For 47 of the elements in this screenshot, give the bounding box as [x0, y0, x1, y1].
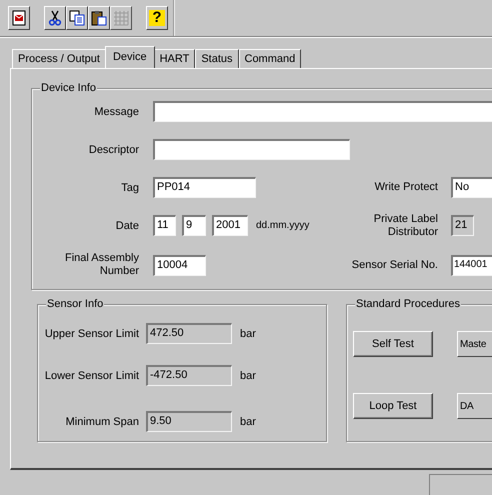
input-field[interactable]: 9 — [182, 215, 206, 236]
toolbar-button[interactable] — [44, 6, 66, 30]
input-field[interactable] — [153, 101, 492, 122]
input-field[interactable]: 10004 — [153, 254, 206, 276]
input-field[interactable]: No — [451, 177, 492, 198]
status-bar-panel — [429, 474, 492, 495]
input-field[interactable]: 2001 — [212, 215, 248, 236]
field-label: Upper Sensor Limit — [44, 328, 140, 340]
copy-icon — [69, 10, 85, 26]
date-format-hint: dd.mm.yyyy — [256, 220, 310, 231]
tab[interactable]: Status — [195, 49, 238, 68]
toolbar-button[interactable] — [66, 6, 88, 30]
input-field[interactable]: 21 — [451, 215, 474, 236]
field-label: Tag — [120, 182, 140, 194]
tab[interactable]: Process / Output — [12, 49, 106, 68]
unit-label: bar — [240, 416, 256, 428]
toolbar-button[interactable] — [88, 6, 110, 30]
input-field[interactable]: 9.50 — [146, 411, 232, 432]
input-field[interactable]: 11 — [153, 215, 176, 236]
scissors-icon — [47, 10, 63, 26]
field-label: Final Assembly Number — [64, 252, 140, 278]
field-label: Private Label Distributor — [372, 212, 439, 238]
field-label: Minimum Span — [64, 416, 140, 428]
input-field[interactable]: 144001 — [451, 254, 492, 276]
field-label: Sensor Serial No. — [350, 258, 439, 272]
tab[interactable]: HART — [154, 49, 196, 68]
procedure-button[interactable]: DA — [457, 393, 492, 419]
input-field[interactable]: 472.50 — [146, 323, 232, 344]
procedure-button[interactable]: Loop Test — [353, 393, 433, 419]
tab[interactable]: Command — [238, 49, 302, 68]
field-label: Date — [114, 220, 140, 232]
toolbar-button[interactable]: ? — [146, 6, 168, 30]
input-field[interactable] — [153, 139, 350, 160]
field-label: Write Protect — [374, 181, 439, 194]
field-label: Message — [93, 106, 140, 118]
unit-label: bar — [240, 328, 256, 340]
input-field[interactable]: PP014 — [153, 177, 256, 198]
field-label: Lower Sensor Limit — [44, 370, 140, 382]
unit-label: bar — [240, 370, 256, 382]
clipboard-icon — [91, 10, 107, 26]
toolbar-button[interactable] — [8, 6, 30, 30]
input-field[interactable]: -472.50 — [146, 365, 232, 386]
tab[interactable]: Device — [104, 46, 155, 68]
procedure-button[interactable]: Self Test — [353, 331, 433, 357]
procedure-button[interactable]: Maste — [457, 331, 492, 357]
grid-icon — [113, 10, 129, 26]
field-label: Descriptor — [88, 144, 140, 156]
